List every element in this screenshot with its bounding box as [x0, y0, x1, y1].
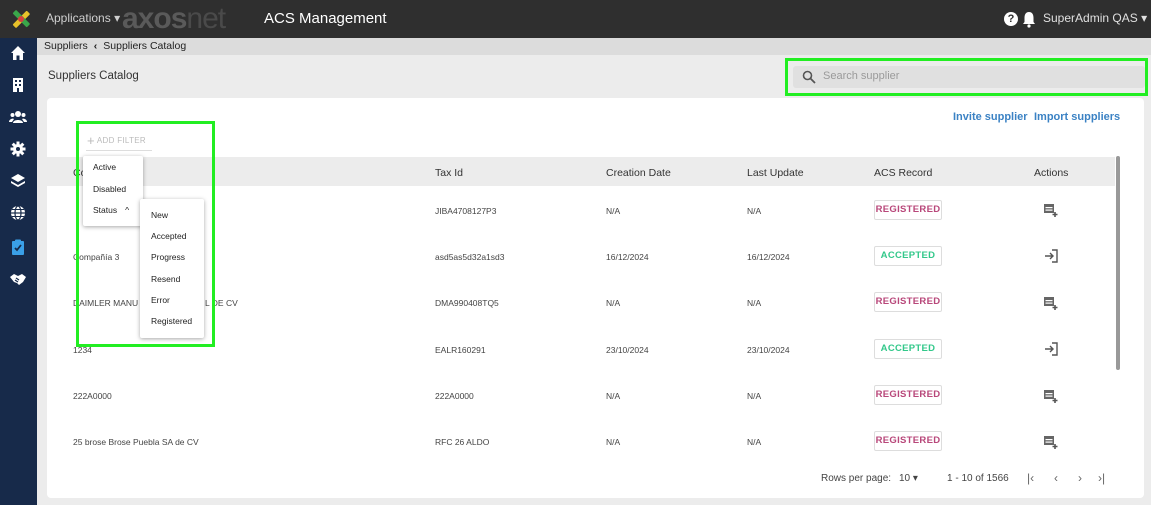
cell-last-update: 16/12/2024: [747, 252, 790, 262]
last-page-icon[interactable]: ›|: [1098, 471, 1105, 485]
chevron-left-icon: ‹: [93, 40, 98, 52]
rows-per-page-value: 10: [899, 473, 911, 484]
status-badge: ACCEPTED: [874, 246, 942, 266]
help-icon[interactable]: ?: [1004, 12, 1018, 26]
add-record-icon[interactable]: [1043, 202, 1059, 218]
brand-text-b: net: [186, 2, 226, 35]
previous-page-icon[interactable]: ‹: [1054, 471, 1058, 485]
applications-label: Applications: [46, 11, 111, 25]
app-logo-icon[interactable]: [10, 8, 32, 30]
add-record-icon[interactable]: [1043, 388, 1059, 404]
breadcrumb-parent[interactable]: Suppliers: [44, 40, 88, 52]
cell-creation-date: N/A: [606, 298, 621, 308]
cell-creation-date: 16/12/2024: [606, 252, 649, 262]
status-badge: REGISTERED: [874, 200, 942, 220]
handshake-icon[interactable]: [9, 270, 27, 288]
column-header-tax-id[interactable]: Tax Id: [435, 167, 463, 179]
pagination-range: 1 - 10 of 1566: [947, 473, 1009, 484]
bell-icon[interactable]: [1021, 10, 1037, 28]
user-menu[interactable]: SuperAdmin QAS ▾: [1043, 11, 1147, 25]
status-badge: REGISTERED: [874, 385, 942, 405]
home-icon[interactable]: [9, 44, 27, 62]
rows-per-page-select[interactable]: 10 ▾: [899, 473, 918, 484]
table-scrollbar[interactable]: [1116, 156, 1120, 370]
cell-tax-id: DMA990408TQ5: [435, 298, 499, 308]
brand-logo: axosnet: [122, 2, 226, 36]
column-header-creation-date[interactable]: Creation Date: [606, 167, 671, 179]
add-record-icon[interactable]: [1043, 434, 1059, 450]
cell-tax-id: EALR160291: [435, 345, 486, 355]
cell-company: 25 brose Brose Puebla SA de CV: [73, 437, 199, 447]
column-header-actions: Actions: [1034, 167, 1069, 179]
page-title: Suppliers Catalog: [48, 70, 139, 82]
cell-last-update: N/A: [747, 437, 762, 447]
cell-tax-id: RFC 26 ALDO: [435, 437, 490, 447]
applications-menu[interactable]: Applications ▾: [46, 11, 120, 25]
cell-last-update: N/A: [747, 206, 762, 216]
globe-icon[interactable]: [9, 204, 27, 222]
building-icon[interactable]: [9, 76, 27, 94]
gear-icon[interactable]: [9, 140, 27, 158]
highlight-box-filter: [76, 121, 215, 347]
column-header-last-update[interactable]: Last Update: [747, 167, 804, 179]
first-page-icon[interactable]: |‹: [1027, 471, 1034, 485]
status-badge: REGISTERED: [874, 292, 942, 312]
cell-creation-date: 23/10/2024: [606, 345, 649, 355]
cell-creation-date: N/A: [606, 391, 621, 401]
cell-last-update: N/A: [747, 298, 762, 308]
highlight-box-search: [785, 58, 1148, 96]
breadcrumb-current: Suppliers Catalog: [103, 40, 187, 52]
top-bar: Applications ▾ axosnet ACS Management ? …: [0, 0, 1151, 38]
status-badge: REGISTERED: [874, 431, 942, 451]
clipboard-check-icon[interactable]: [9, 238, 27, 256]
login-icon[interactable]: [1043, 248, 1059, 264]
login-icon[interactable]: [1043, 341, 1059, 357]
next-page-icon[interactable]: ›: [1078, 471, 1082, 485]
rows-per-page-label: Rows per page:: [821, 473, 892, 484]
status-badge: ACCEPTED: [874, 339, 942, 359]
user-name: SuperAdmin QAS: [1043, 11, 1138, 25]
caret-down-icon: ▾: [114, 11, 121, 25]
cell-creation-date: N/A: [606, 206, 621, 216]
cell-tax-id: 222A0000: [435, 391, 474, 401]
users-icon[interactable]: [9, 108, 27, 126]
add-record-icon[interactable]: [1043, 295, 1059, 311]
column-header-acs-record[interactable]: ACS Record: [874, 167, 932, 179]
sidebar: [0, 38, 37, 505]
cell-last-update: N/A: [747, 391, 762, 401]
caret-down-icon: ▾: [1141, 11, 1148, 25]
layers-icon[interactable]: [9, 172, 27, 190]
cell-last-update: 23/10/2024: [747, 345, 790, 355]
cell-company: 222A0000: [73, 391, 112, 401]
breadcrumb: Suppliers ‹ Suppliers Catalog: [37, 38, 1151, 55]
import-suppliers-link[interactable]: Import suppliers: [1034, 111, 1120, 123]
caret-down-icon: ▾: [912, 473, 918, 484]
cell-tax-id: asd5as5d32a1sd3: [435, 252, 505, 262]
invite-supplier-link[interactable]: Invite supplier: [953, 111, 1028, 123]
app-title: ACS Management: [264, 10, 387, 27]
cell-tax-id: JIBA4708127P3: [435, 206, 497, 216]
cell-creation-date: N/A: [606, 437, 621, 447]
brand-text-a: axos: [122, 2, 187, 35]
